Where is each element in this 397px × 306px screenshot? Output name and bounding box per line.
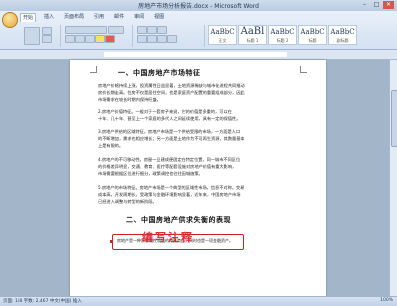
style-label: 标题 2 — [276, 38, 289, 43]
copy-icon[interactable] — [42, 35, 52, 43]
highlight-icon[interactable] — [95, 35, 105, 43]
ribbon-tabs: 开始 插入 页面布局 引用 邮件 审阅 视图 — [20, 13, 166, 22]
tab-3[interactable]: 引用 — [92, 13, 106, 22]
cursor-overlay — [229, 252, 307, 280]
justify-icon[interactable] — [167, 35, 177, 43]
document-workspace: 一、中国房地产市场特征 房地产价格持续上涨，投资属性日益显著，土地资源稀缺与城市… — [0, 60, 389, 296]
window-title: 房地产市场分析报告.docx - Microsoft Word — [138, 3, 259, 10]
horizontal-ruler[interactable] — [0, 50, 397, 60]
tab-5[interactable]: 审阅 — [132, 13, 146, 22]
heading-1: 一、中国房地产市场特征 — [118, 69, 201, 77]
style-1[interactable]: AaBl 标题 1 — [238, 25, 267, 45]
style-label: 标题 — [308, 38, 317, 43]
vertical-scrollbar[interactable] — [389, 60, 397, 296]
align-left-icon[interactable] — [137, 35, 147, 43]
paragraph-2: 2.房地产价值特征。一般对于一套房子来说，它的价值是多重的，可以在 十年、几十年、… — [98, 109, 241, 121]
cut-icon[interactable] — [42, 27, 52, 35]
close-button[interactable]: ✕ — [383, 1, 394, 9]
paragraph-1: 房地产价格持续上涨，投资属性日益显著，土地资源稀缺与城市化进程共同推动 房价长期走… — [98, 83, 245, 102]
zoom-level[interactable]: 100% — [380, 298, 393, 303]
ribbon: 开始 插入 页面布局 引用 邮件 审阅 视图 AaBbC 正文 AaBl 标题 1 AaBbC 标题 … — [0, 11, 397, 50]
style-2[interactable]: AaBbC 标题 2 — [268, 25, 297, 45]
paste-icon[interactable] — [24, 27, 40, 45]
margin-mark — [90, 66, 97, 73]
style-preview: AaBbC — [210, 28, 235, 36]
style-label: 标题 1 — [246, 38, 259, 43]
scrollbar-thumb[interactable] — [391, 90, 397, 147]
style-preview: AaBbC — [330, 28, 355, 36]
style-4[interactable]: AaBbC 副标题 — [328, 25, 357, 45]
style-preview: AaBl — [240, 26, 265, 37]
tab-2[interactable]: 页面布局 — [62, 13, 86, 22]
paragraph-3: 3.房地产供给的区域特征。房地产市场是一个供给受限的市场，一方面是人口 的不断增加… — [98, 129, 245, 148]
annotation-label: 编写注释 — [142, 231, 194, 244]
paragraph-5: 5.房地产的市场特征。房地产市场是一个典型的区域性市场，信息不对称，交易 成本高，… — [98, 185, 245, 204]
font-name-select[interactable] — [65, 26, 107, 34]
font-group — [62, 25, 133, 47]
paragraph-group — [134, 25, 205, 47]
style-preview: AaBbC — [270, 28, 295, 36]
clipboard-group — [20, 25, 61, 47]
bullets-icon[interactable] — [137, 26, 147, 34]
maximize-button[interactable]: □ — [371, 1, 382, 9]
align-center-icon[interactable] — [147, 35, 157, 43]
office-button[interactable] — [2, 12, 18, 28]
margin-mark — [300, 66, 307, 73]
comment-marker — [110, 240, 113, 243]
bold-icon[interactable] — [65, 35, 75, 43]
title-bar: 房地产市场分析报告.docx - Microsoft Word – □ ✕ — [0, 0, 397, 11]
tab-6[interactable]: 视图 — [152, 13, 166, 22]
align-right-icon[interactable] — [157, 35, 167, 43]
indent-icon[interactable] — [157, 26, 167, 34]
paragraph-4: 4.房地产的不可移动性。房屋一旦建成便固定在特定位置，同一城市不同区位 的价格差异… — [98, 157, 241, 176]
tab-0[interactable]: 开始 — [20, 13, 37, 22]
italic-icon[interactable] — [75, 35, 85, 43]
underline-icon[interactable] — [85, 35, 95, 43]
style-preview: AaBbC — [300, 28, 325, 36]
heading-2: 二、中国房地产供求失衡的表现 — [126, 216, 231, 224]
style-label: 正文 — [218, 38, 227, 43]
tab-4[interactable]: 邮件 — [112, 13, 126, 22]
font-color-icon[interactable] — [105, 35, 115, 43]
style-3[interactable]: AaBbC 标题 — [298, 25, 327, 45]
numbering-icon[interactable] — [147, 26, 157, 34]
minimize-button[interactable]: – — [359, 1, 370, 9]
style-label: 副标题 — [336, 38, 349, 43]
status-text: 页面: 1/8 字数: 2,467 中文(中国) 插入 — [3, 299, 82, 304]
tab-1[interactable]: 插入 — [42, 13, 56, 22]
font-size-select[interactable] — [108, 26, 124, 34]
style-0[interactable]: AaBbC 正文 — [208, 25, 237, 45]
